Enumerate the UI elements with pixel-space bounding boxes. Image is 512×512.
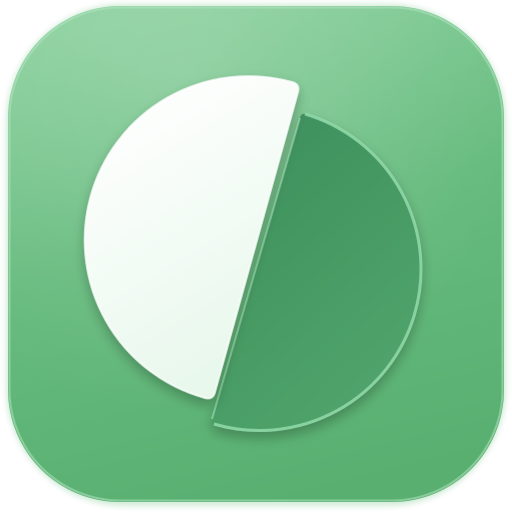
app-icon-canvas [0, 0, 512, 512]
app-icon [6, 4, 506, 506]
